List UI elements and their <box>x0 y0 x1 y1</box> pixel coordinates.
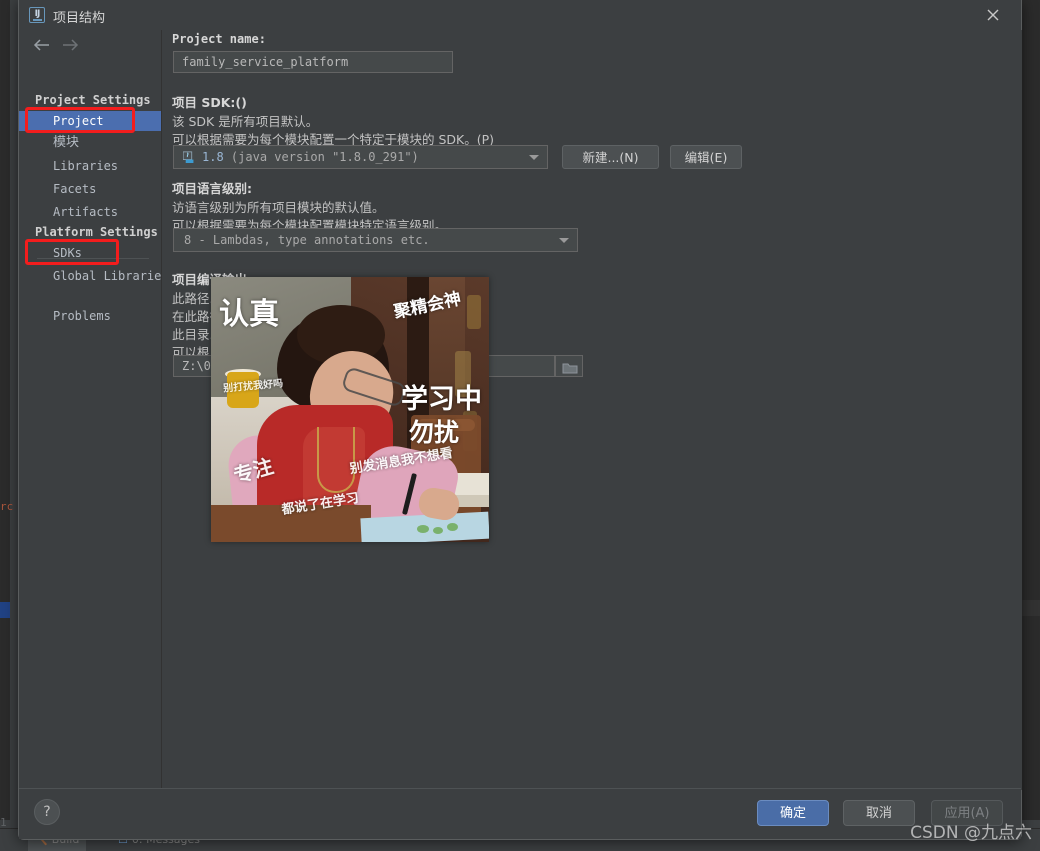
project-sdk-combo[interactable]: 1.8 (java version "1.8.0_291") <box>173 145 548 169</box>
arrow-left-icon <box>33 38 51 52</box>
project-sdk-desc-1: 该 SDK 是所有项目默认。 <box>172 111 318 130</box>
study-meme-image: 认真 聚精会神 学习中 勿扰 专注 别发消息我不想看 都说了在学习 别打扰我好吗 <box>211 277 489 542</box>
code-fragment: rc <box>0 500 13 513</box>
meme-text-renzhen: 认真 <box>219 289 279 333</box>
sidebar-item-project[interactable]: Project <box>19 111 161 131</box>
sidebar-group-project-settings: Project Settings <box>35 93 151 107</box>
intellij-idea-icon: IJ <box>29 7 45 23</box>
sidebar-item-sdks[interactable]: SDKs <box>19 243 161 263</box>
project-name-label: Project name: <box>172 32 266 46</box>
language-level-value: 8 - Lambdas, type annotations etc. <box>184 229 430 251</box>
sdk-edit-button[interactable]: 编辑(E) <box>670 145 742 169</box>
language-level-label: 项目语言级别: <box>172 178 252 197</box>
sidebar-divider <box>37 258 149 259</box>
meme-paper-mark-2 <box>433 527 443 534</box>
apply-button: 应用(A) <box>931 800 1003 826</box>
sidebar-item-global-libraries[interactable]: Global Libraries <box>19 266 161 286</box>
sdk-new-button[interactable]: 新建...(N) <box>562 145 659 169</box>
project-sdk-value: 1.8 (java version "1.8.0_291") <box>202 146 419 168</box>
project-structure-dialog: IJ 项目结构 Project Sett <box>18 0 1022 840</box>
settings-sidebar: Project Settings Platform Settings Proje… <box>19 30 162 790</box>
forward-button[interactable] <box>59 34 81 56</box>
sidebar-item-modules[interactable]: 模块 <box>19 133 161 153</box>
sidebar-item-problems[interactable]: Problems <box>19 306 161 326</box>
cancel-button[interactable]: 取消 <box>843 800 915 826</box>
folder-icon <box>562 361 578 374</box>
browse-folder-button[interactable] <box>555 355 583 377</box>
project-sdk-detail: (java version "1.8.0_291") <box>231 150 419 164</box>
gutter-line-number: 1 <box>0 816 7 829</box>
language-level-combo[interactable]: 8 - Lambdas, type annotations etc. <box>173 228 578 252</box>
meme-decor-1 <box>467 295 481 329</box>
help-button[interactable]: ? <box>34 799 60 825</box>
close-icon <box>987 9 999 21</box>
editor-left-edge: rc <box>0 0 10 820</box>
sidebar-item-facets[interactable]: Facets <box>19 179 161 199</box>
sidebar-item-artifacts[interactable]: Artifacts <box>19 202 161 222</box>
back-button[interactable] <box>31 34 53 56</box>
project-sdk-label: 项目 SDK:() <box>172 92 247 111</box>
arrow-right-icon <box>61 38 79 52</box>
close-button[interactable] <box>971 0 1015 30</box>
java-sdk-icon <box>183 151 197 163</box>
meme-paper-mark-1 <box>417 525 429 533</box>
sidebar-group-platform-settings: Platform Settings <box>35 225 158 239</box>
chevron-down-icon <box>529 155 539 160</box>
meme-text-xuexizhong: 学习中 <box>401 377 482 416</box>
language-level-desc-1: 访语言级别为所有项目模块的默认值。 <box>172 197 385 216</box>
project-name-input[interactable]: family_service_platform <box>173 51 453 73</box>
project-sdk-version: 1.8 <box>202 150 224 164</box>
meme-paper-mark-3 <box>447 523 458 531</box>
chevron-down-icon <box>559 238 569 243</box>
sidebar-item-libraries[interactable]: Libraries <box>19 156 161 176</box>
dialog-title: 项目结构 <box>53 7 105 26</box>
ok-button[interactable]: 确定 <box>757 800 829 826</box>
navigation-arrows <box>31 34 141 58</box>
dialog-title-bar: IJ 项目结构 <box>19 0 1021 30</box>
editor-left-highlight <box>0 602 10 618</box>
dialog-footer: ? 确定 取消 应用(A) <box>19 788 1021 839</box>
